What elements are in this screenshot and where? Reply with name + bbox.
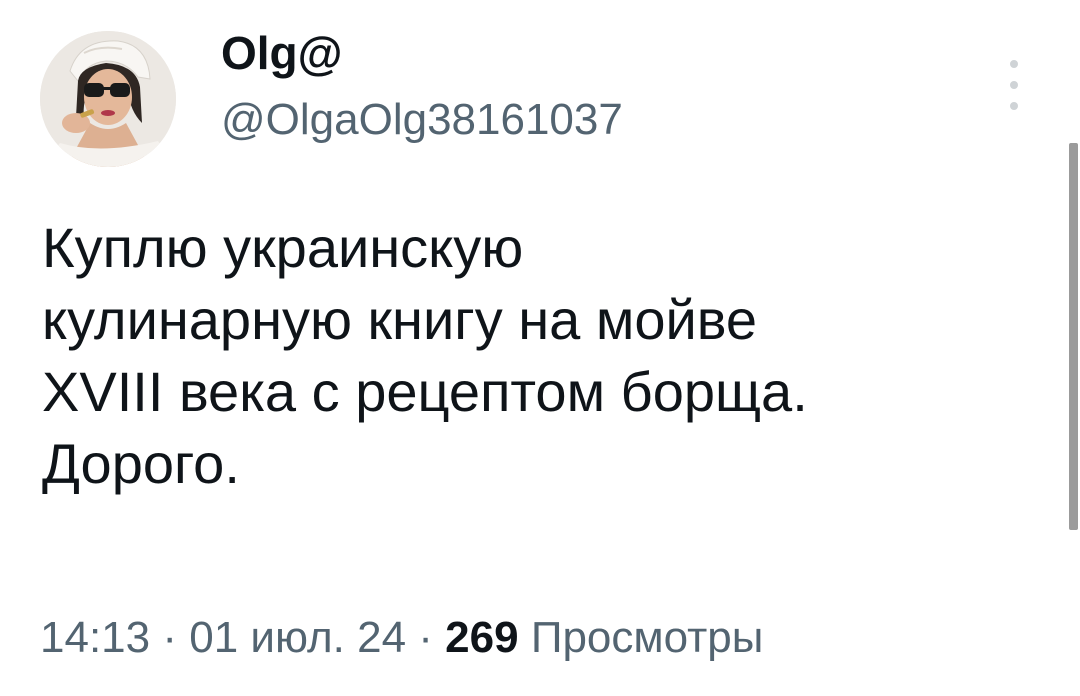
more-vertical-icon-dot-2 [1010,81,1018,89]
scrollbar[interactable] [1069,143,1078,530]
tweet-text: Куплю украинскую кулинарную книгу на мой… [42,212,1042,500]
meta-separator: · [406,613,446,662]
tweet-text-line: Дорого. [42,432,240,495]
tweet-text-line: кулинарную книгу на мойве [42,288,758,351]
tweet[interactable]: Olg@ @OlgaOlg38161037 Куплю украинскую к… [0,0,1080,696]
more-vertical-icon-dot-3 [1010,102,1018,110]
meta-separator: · [150,613,190,662]
tweet-text-line: XVIII века с рецептом борща. [42,360,808,423]
avatar-image [40,31,176,167]
more-vertical-icon [1010,60,1018,68]
tweet-time[interactable]: 14:13 [40,613,150,662]
author-display-name[interactable]: Olg@ [221,26,343,81]
avatar[interactable] [40,31,176,167]
views-count[interactable]: 269 [445,613,518,662]
author-handle[interactable]: @OlgaOlg38161037 [221,94,623,147]
tweet-meta: 14:13 · 01 июл. 24 · 269 Просмотры [40,612,763,665]
more-options-button[interactable] [1000,60,1028,110]
tweet-date[interactable]: 01 июл. 24 [189,613,406,662]
views-label[interactable]: Просмотры [531,613,764,662]
tweet-text-line: Куплю украинскую [42,216,524,279]
